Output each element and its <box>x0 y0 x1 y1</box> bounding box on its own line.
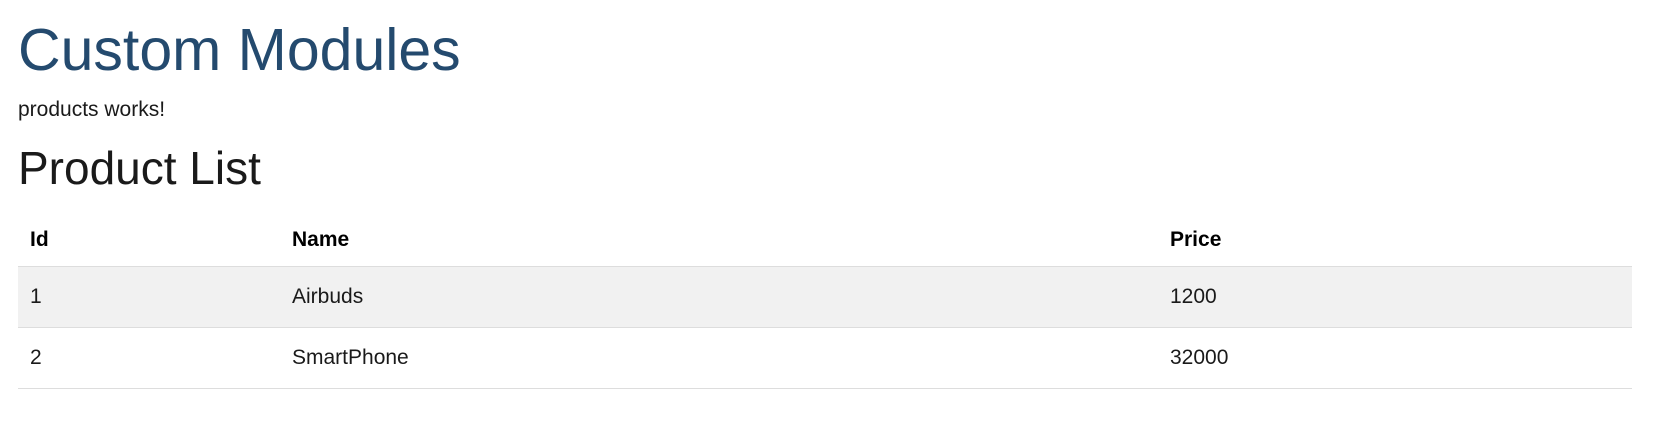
product-list-heading: Product List <box>18 142 261 194</box>
table-row: 1 Airbuds 1200 <box>18 266 1632 328</box>
table-header-row: Id Name Price <box>18 214 1632 267</box>
cell-name: SmartPhone <box>280 327 1158 389</box>
cell-price: 32000 <box>1158 327 1632 389</box>
table-header: Id Name Price <box>18 214 1632 267</box>
cell-id: 2 <box>18 327 280 389</box>
column-header-price: Price <box>1158 214 1632 267</box>
cell-price: 1200 <box>1158 266 1632 328</box>
column-header-id: Id <box>18 214 280 267</box>
product-table: Id Name Price 1 Airbuds 1200 2 SmartPhon… <box>18 214 1632 389</box>
page-title: Custom Modules <box>18 17 461 83</box>
page: Custom Modules products works! Product L… <box>0 0 1646 448</box>
cell-name: Airbuds <box>280 266 1158 328</box>
status-message: products works! <box>18 98 166 121</box>
cell-id: 1 <box>18 266 280 328</box>
table-body: 1 Airbuds 1200 2 SmartPhone 32000 <box>18 266 1632 389</box>
column-header-name: Name <box>280 214 1158 267</box>
table-row: 2 SmartPhone 32000 <box>18 327 1632 389</box>
